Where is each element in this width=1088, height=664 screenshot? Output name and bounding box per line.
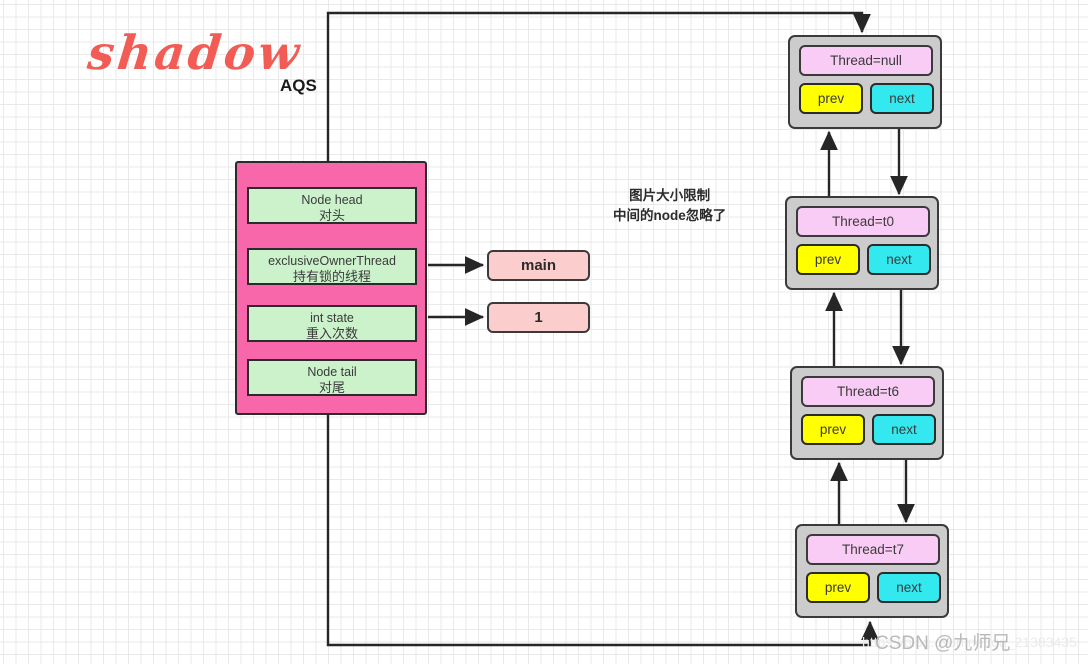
size-limit-note: 图片大小限制 中间的node忽略了 xyxy=(613,186,726,226)
aqs-field-name: int state xyxy=(310,311,354,325)
node-thread-t6: Thread=t6 prev next xyxy=(790,366,944,460)
aqs-field-node-tail: Node tail 对尾 xyxy=(247,359,417,396)
node-next-pointer: next xyxy=(877,572,941,603)
node-thread-null: Thread=null prev next xyxy=(788,35,942,129)
node-prev-pointer: prev xyxy=(801,414,865,445)
node-thread-label: Thread=t0 xyxy=(796,206,930,237)
node-thread-t0: Thread=t0 prev next xyxy=(785,196,939,290)
aqs-field-int-state: int state 重入次数 xyxy=(247,305,417,342)
note-line-1: 图片大小限制 xyxy=(629,188,711,203)
node-thread-label: Thread=t7 xyxy=(806,534,940,565)
owner-thread-value: main xyxy=(487,250,590,281)
node-next-pointer: next xyxy=(867,244,931,275)
aqs-field-name: exclusiveOwnerThread xyxy=(268,254,396,268)
diagram-canvas: https://blog.csdn.net/qq_21383435 shadow… xyxy=(0,0,1088,664)
aqs-field-cn: 重入次数 xyxy=(305,326,358,341)
state-value: 1 xyxy=(487,302,590,333)
aqs-field-cn: 对头 xyxy=(318,208,345,223)
node-thread-label: Thread=null xyxy=(799,45,933,76)
aqs-field-node-head: Node head 对头 xyxy=(247,187,417,224)
wire-tail-to-node4 xyxy=(326,386,879,647)
note-line-2: 中间的node忽略了 xyxy=(613,208,727,223)
node-prev-pointer: prev xyxy=(799,83,863,114)
aqs-field-name: Node head xyxy=(301,193,363,207)
node-prev-pointer: prev xyxy=(796,244,860,275)
csdn-credit-watermark: CSDN @九师兄 xyxy=(875,633,1011,654)
aqs-field-cn: 对尾 xyxy=(318,380,345,395)
brand-watermark: shadow xyxy=(85,26,305,81)
aqs-field-exclusive-owner-thread: exclusiveOwnerThread 持有锁的线程 xyxy=(247,248,417,285)
aqs-field-cn: 持有锁的线程 xyxy=(292,269,371,284)
node-prev-pointer: prev xyxy=(806,572,870,603)
aqs-title: AQS xyxy=(280,76,317,95)
node-next-pointer: next xyxy=(870,83,934,114)
aqs-field-name: Node tail xyxy=(307,365,357,379)
node-thread-t7: Thread=t7 prev next xyxy=(795,524,949,618)
node-thread-label: Thread=t6 xyxy=(801,376,935,407)
aqs-container: Node head 对头 exclusiveOwnerThread 持有锁的线程… xyxy=(235,161,427,415)
node-next-pointer: next xyxy=(872,414,936,445)
